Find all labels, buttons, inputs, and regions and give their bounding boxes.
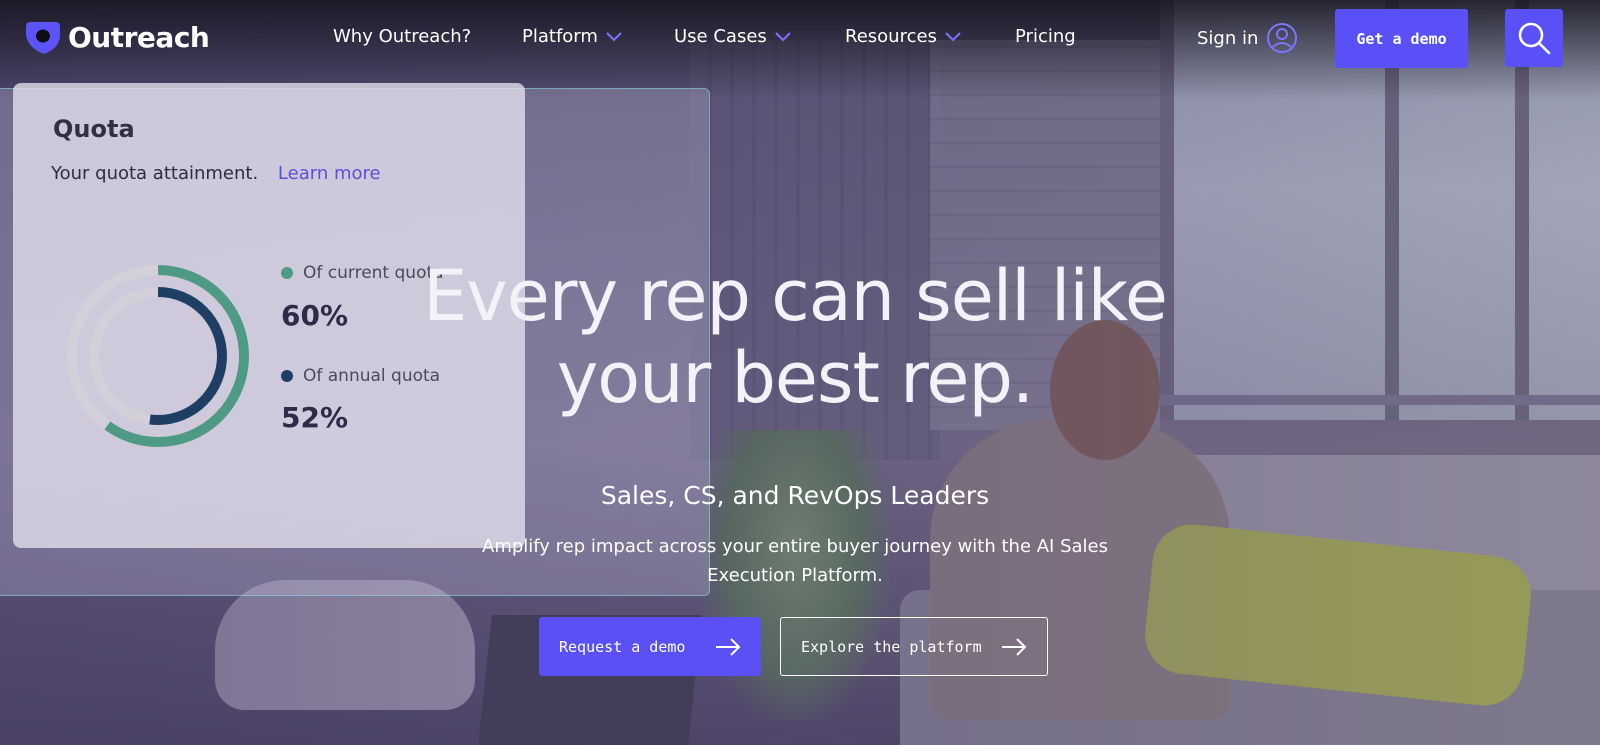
hero-audience-label: Sales, CS, and RevOps Leaders: [600, 481, 990, 510]
top-navigation: Outreach Why Outreach? Platform Use Case…: [0, 0, 1600, 78]
nav-why-outreach-label: Why Outreach?: [333, 26, 472, 47]
chevron-down-icon: [775, 31, 791, 41]
annual-quota-dot: [281, 370, 293, 382]
nav-platform[interactable]: Platform: [522, 26, 622, 47]
arrow-right-icon: [1002, 637, 1027, 656]
search-icon: [1518, 22, 1551, 55]
arrow-right-icon: [716, 637, 741, 656]
nav-resources-label: Resources: [845, 26, 937, 47]
hero-description: Amplify rep impact across your entire bu…: [482, 536, 1108, 586]
learn-more-link[interactable]: Learn more: [278, 163, 381, 184]
current-quota-dot: [281, 267, 293, 279]
annual-quota-value: 52%: [281, 401, 349, 434]
hero-heading-line-2: your best rep.: [556, 337, 1034, 419]
outreach-logo[interactable]: Outreach: [24, 18, 210, 56]
nav-pricing[interactable]: Pricing: [1015, 26, 1076, 47]
explore-platform-button[interactable]: Explore the platform: [780, 617, 1048, 676]
sign-in-label: Sign in: [1197, 27, 1259, 49]
outreach-logo-icon: [26, 22, 60, 54]
quota-card-subtitle: Your quota attainment. Learn more: [51, 163, 381, 184]
current-quota-value: 60%: [281, 299, 349, 332]
sign-in-link[interactable]: Sign in: [1197, 22, 1298, 54]
search-button[interactable]: [1505, 9, 1563, 67]
nav-pricing-label: Pricing: [1015, 26, 1076, 47]
quota-card-title: Quota: [53, 115, 135, 143]
get-a-demo-button[interactable]: Get a demo: [1335, 9, 1468, 68]
logo-wordmark: Outreach: [68, 20, 210, 54]
nav-platform-label: Platform: [522, 26, 598, 47]
explore-platform-label: Explore the platform: [801, 637, 982, 656]
nav-use-cases-label: Use Cases: [674, 26, 767, 47]
nav-why-outreach[interactable]: Why Outreach?: [333, 26, 471, 47]
request-demo-button[interactable]: Request a demo: [539, 617, 761, 676]
nav-resources[interactable]: Resources: [845, 26, 961, 47]
user-account-icon: [1267, 23, 1298, 53]
hero-heading-line-1: Every rep can sell like: [423, 255, 1168, 337]
hero-heading: Every rep can sell like your best rep.: [390, 255, 1200, 419]
quota-subtitle-text: Your quota attainment.: [51, 163, 259, 184]
request-demo-label: Request a demo: [559, 637, 686, 656]
nav-use-cases[interactable]: Use Cases: [674, 26, 791, 47]
chevron-down-icon: [606, 31, 622, 41]
quota-donut-chart: [67, 265, 249, 447]
chevron-down-icon: [945, 31, 961, 41]
